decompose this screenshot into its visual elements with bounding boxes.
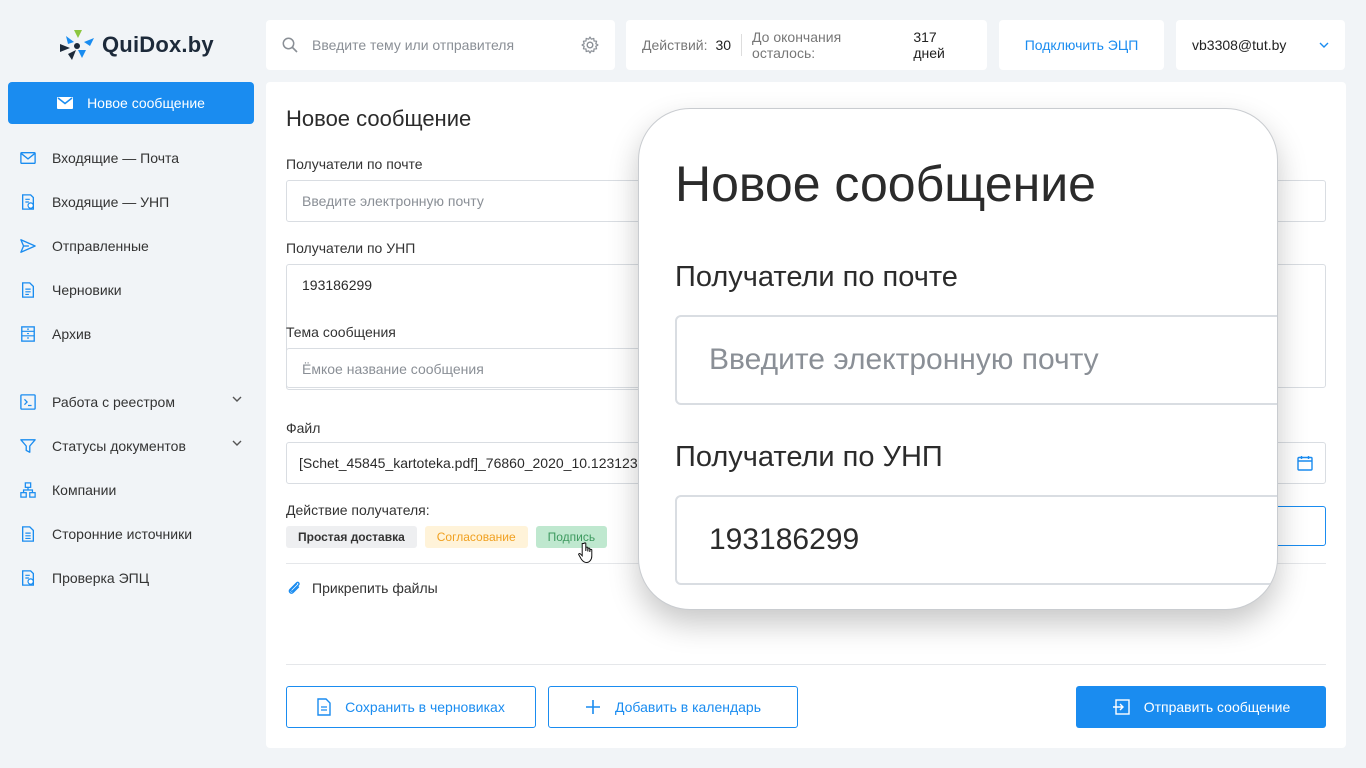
remaining-value: 317 дней	[913, 29, 945, 61]
mail-icon	[57, 97, 74, 109]
archive-icon	[21, 326, 35, 342]
user-email: vb3308@tut.by	[1192, 37, 1287, 53]
sidebar-item-label: Статусы документов	[52, 438, 186, 454]
sidebar-item-inbox-unp[interactable]: Входящие — УНП	[20, 180, 252, 224]
logo[interactable]: QuiDox.by	[58, 28, 214, 62]
chevron-down-icon[interactable]	[232, 396, 242, 402]
user-menu[interactable]: vb3308@tut.by	[1176, 20, 1345, 70]
send-document-icon	[1112, 699, 1130, 715]
zoom-email-placeholder: Введите электронную почту	[709, 343, 1099, 376]
send-message-button[interactable]: Отправить сообщение	[1076, 686, 1326, 728]
quidox-logo-icon	[60, 30, 94, 60]
zoom-email-field: Введите электронную почту	[675, 315, 1277, 405]
sidebar-item-label: Черновики	[52, 282, 122, 298]
new-message-label: Новое сообщение	[87, 95, 205, 111]
document-badge-icon	[22, 194, 34, 210]
attach-files-label: Прикрепить файлы	[312, 580, 438, 596]
paperclip-icon	[288, 581, 300, 594]
filter-icon	[20, 439, 36, 453]
send-message-label: Отправить сообщение	[1143, 699, 1291, 715]
sidebar-item-companies[interactable]: Компании	[20, 468, 252, 512]
page-title: Новое сообщение	[286, 106, 472, 131]
external-document-icon	[22, 526, 34, 542]
subject-field[interactable]: Ёмкое название сообщения	[286, 348, 642, 390]
draft-document-icon	[22, 282, 34, 298]
chevron-down-icon[interactable]	[232, 440, 242, 446]
remaining-label: До окончания осталось:	[752, 29, 842, 61]
calendar-icon[interactable]	[1297, 455, 1313, 471]
email-recipients-label: Получатели по почте	[286, 156, 423, 172]
zoom-title: Новое сообщение	[675, 156, 1096, 212]
sidebar-item-drafts[interactable]: Черновики	[20, 268, 252, 312]
new-message-button[interactable]: Новое сообщение	[8, 82, 254, 124]
chevron-down-icon	[1319, 42, 1329, 48]
add-to-calendar-button[interactable]: Добавить в календарь	[548, 686, 798, 728]
actions-value: 30	[715, 37, 732, 53]
sidebar-item-label: Отправленные	[52, 238, 149, 254]
unp-recipients-value: 193186299	[302, 277, 373, 293]
sidebar-item-label: Работа с реестром	[52, 394, 175, 410]
plus-icon	[585, 700, 600, 714]
sidebar-item-verify-ecp[interactable]: Проверка ЭПЦ	[20, 556, 252, 600]
logo-text: QuiDox.by	[102, 32, 214, 57]
connect-ecp-button[interactable]: Подключить ЭЦП	[999, 20, 1164, 70]
stats-divider	[741, 34, 743, 56]
sidebar-item-label: Компании	[52, 482, 117, 498]
recipient-action-label: Действие получателя:	[286, 502, 430, 518]
save-draft-label: Сохранить в черновиках	[345, 699, 505, 715]
search-input[interactable]: Введите тему или отправителя	[312, 37, 567, 53]
hand-cursor-icon	[578, 542, 593, 564]
recipient-action-chips: Простая доставка Согласование Подпись	[286, 526, 608, 548]
zoom-unp-field: 193186299	[675, 495, 1277, 585]
registry-icon	[20, 394, 36, 410]
verify-document-icon	[22, 570, 34, 586]
subject-placeholder: Ёмкое название сообщения	[302, 361, 484, 377]
sidebar-item-label: Входящие — УНП	[52, 194, 170, 210]
mail-icon	[20, 152, 36, 164]
search-bar[interactable]: Введите тему или отправителя	[266, 20, 615, 70]
sidebar-item-label: Входящие — Почта	[52, 150, 180, 166]
sidebar-item-doc-statuses[interactable]: Статусы документов	[20, 424, 252, 468]
sidebar-item-inbox-mail[interactable]: Входящие — Почта	[20, 136, 252, 180]
account-stats: Действий: 30 До окончания осталось: 317 …	[626, 20, 987, 70]
zoom-unp-value: 193186299	[709, 523, 860, 556]
zoom-unp-label: Получатели по УНП	[675, 441, 943, 473]
search-icon	[282, 37, 298, 53]
chip-approval[interactable]: Согласование	[424, 526, 528, 548]
email-recipients-placeholder: Введите электронную почту	[302, 193, 484, 209]
gear-icon[interactable]	[581, 36, 599, 54]
send-icon	[20, 239, 36, 253]
save-draft-button[interactable]: Сохранить в черновиках	[286, 686, 536, 728]
attach-files-link[interactable]: Прикрепить файлы	[286, 580, 438, 596]
connect-ecp-label: Подключить ЭЦП	[1024, 37, 1139, 53]
unp-recipients-label: Получатели по УНП	[286, 240, 416, 256]
document-icon	[317, 698, 331, 716]
sidebar-item-label: Архив	[52, 326, 92, 342]
zoom-email-label: Получатели по почте	[675, 261, 958, 293]
file-label: Файл	[286, 420, 321, 436]
divider	[286, 664, 1326, 665]
companies-icon	[20, 482, 36, 498]
sidebar-item-registry[interactable]: Работа с реестром	[20, 380, 252, 424]
sidebar-item-sent[interactable]: Отправленные	[20, 224, 252, 268]
zoom-magnifier-overlay: Новое сообщение Получатели по почте Введ…	[638, 108, 1278, 610]
sidebar-item-label: Проверка ЭПЦ	[52, 570, 150, 586]
sidebar-item-label: Сторонние источники	[52, 526, 193, 542]
chip-simple-delivery[interactable]: Простая доставка	[286, 526, 417, 548]
chip-signature[interactable]: Подпись	[535, 526, 608, 548]
sidebar-nav: Входящие — Почта Входящие — УНП Отправле…	[20, 136, 252, 600]
sidebar-item-external-sources[interactable]: Сторонние источники	[20, 512, 252, 556]
actions-label: Действий:	[642, 37, 708, 53]
subject-label: Тема сообщения	[286, 324, 396, 340]
sidebar-item-archive[interactable]: Архив	[20, 312, 252, 356]
add-to-calendar-label: Добавить в календарь	[614, 699, 762, 715]
file-name: [Schet_45845_kartoteka.pdf]_76860_2020_1…	[299, 455, 642, 471]
